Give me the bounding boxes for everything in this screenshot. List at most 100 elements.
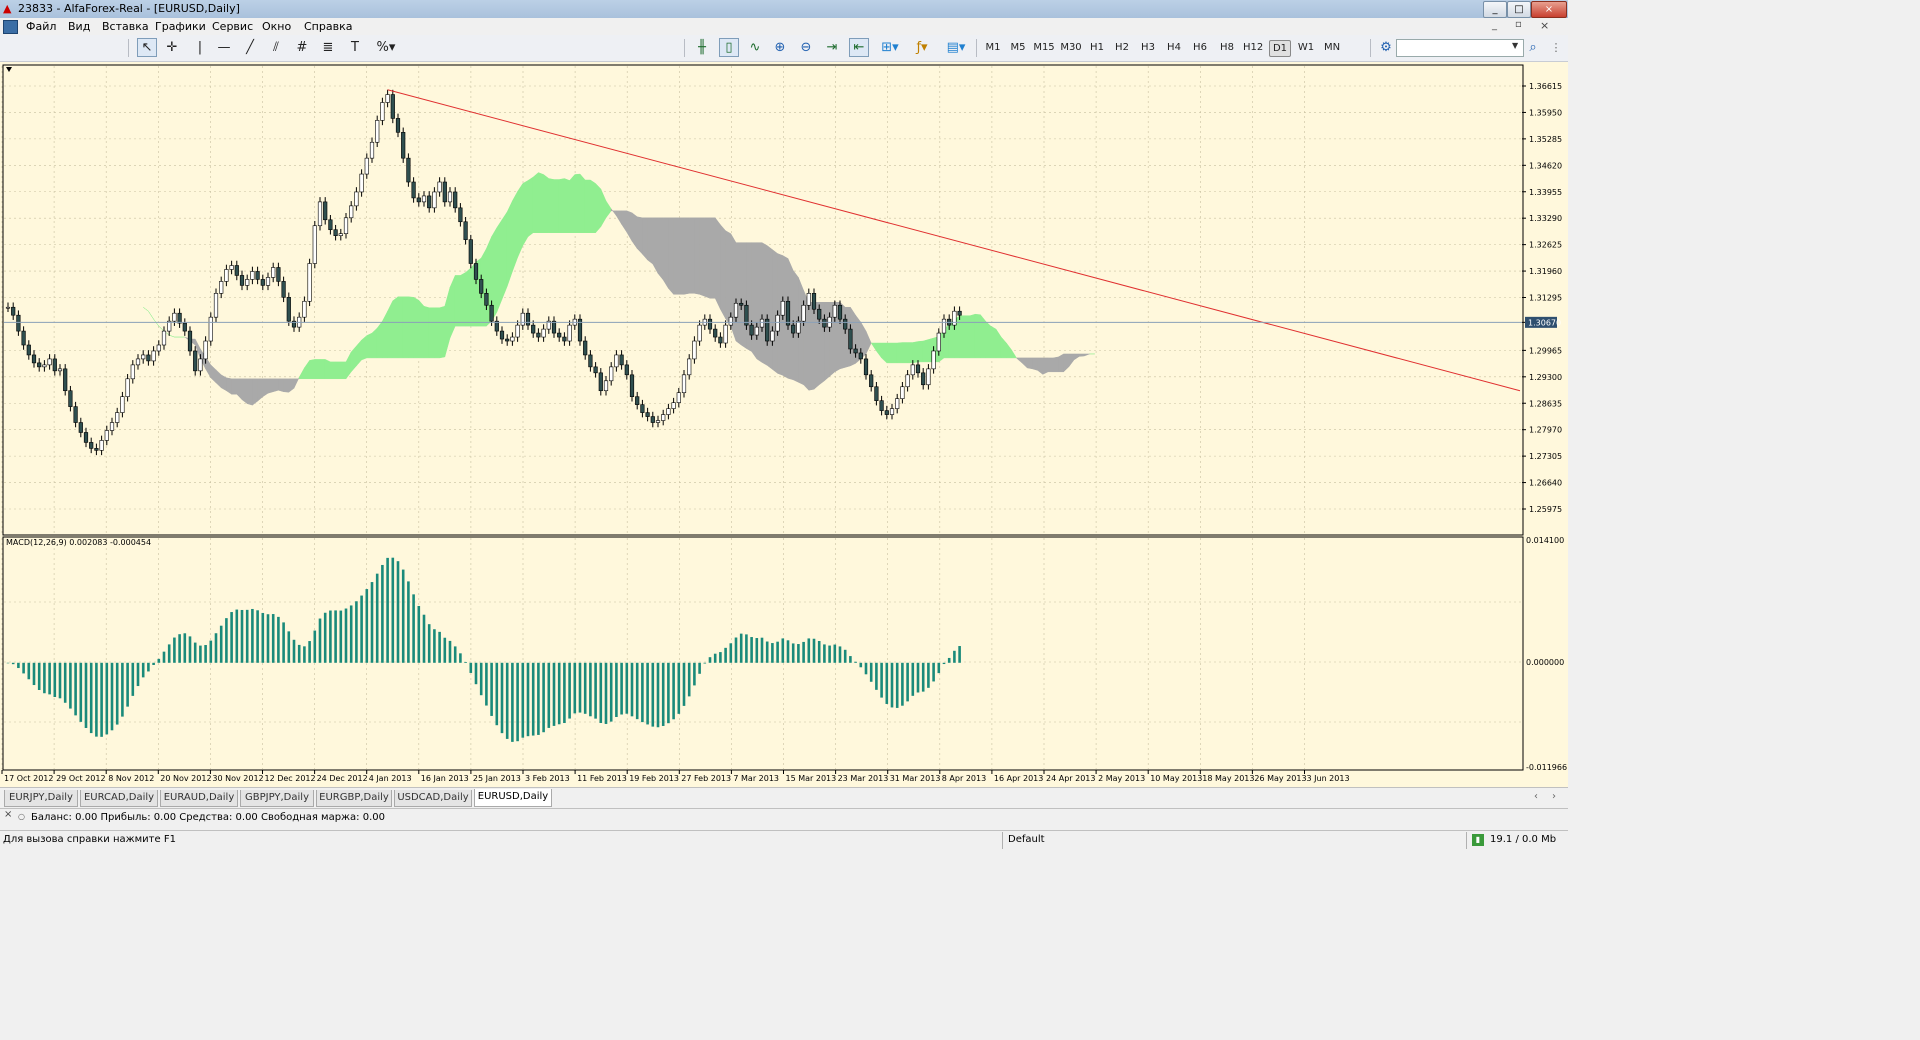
date-label: 8 Nov 2012: [108, 774, 154, 783]
connection-status-icon[interactable]: ▮: [1472, 834, 1484, 846]
search-dropdown-icon[interactable]: ▼: [1512, 41, 1518, 50]
horizontal-line-icon[interactable]: —: [214, 38, 234, 57]
chart-shift-icon[interactable]: ⇤: [849, 38, 869, 57]
channel-icon[interactable]: ⫽: [266, 38, 286, 57]
trendline-icon[interactable]: ╱: [240, 38, 260, 57]
macd-bar: [287, 631, 291, 663]
macd-bar: [901, 662, 904, 706]
tf-m15[interactable]: M15: [1033, 40, 1055, 55]
toolbar-overflow-icon[interactable]: ⋮: [1546, 38, 1566, 57]
tab-eurcad[interactable]: EURCAD,Daily: [80, 790, 158, 807]
price-label: 1.29300: [1529, 373, 1562, 382]
maximize-button[interactable]: □: [1507, 1, 1531, 18]
tf-h4[interactable]: H4: [1166, 40, 1182, 55]
cloud-segment: [678, 217, 685, 295]
tab-eurusd[interactable]: EURUSD,Daily: [474, 789, 552, 807]
macd-bar: [355, 601, 358, 663]
macd-bar: [812, 638, 816, 663]
fibonacci-icon[interactable]: ≣: [318, 38, 338, 57]
autoscroll-icon[interactable]: ⇥: [822, 38, 842, 57]
tf-mn[interactable]: MN: [1322, 40, 1342, 55]
tab-scroll-left-icon[interactable]: ‹: [1534, 791, 1538, 802]
zoom-out-icon[interactable]: ⊖: [796, 38, 816, 57]
line-chart-icon[interactable]: ∿: [745, 38, 765, 57]
text-icon[interactable]: T: [345, 38, 365, 57]
cloud-segment: [766, 245, 773, 370]
cloud-segment: [548, 178, 555, 233]
templates-icon[interactable]: ▤▾: [942, 38, 970, 57]
menu-help[interactable]: Справка: [304, 20, 352, 33]
macd-bar: [89, 662, 93, 734]
tab-euraud[interactable]: EURAUD,Daily: [160, 790, 238, 807]
macd-bar: [141, 662, 145, 678]
search-icon[interactable]: ⌕: [1523, 38, 1543, 57]
settings-gear-icon[interactable]: ⚙: [1376, 38, 1396, 57]
cursor-icon[interactable]: ↖: [137, 38, 157, 57]
chart-window[interactable]: 1.36615 1.35950 1.35285 1.34620 1.33955 1.332…: [0, 62, 1568, 787]
gann-icon[interactable]: #: [292, 38, 312, 57]
macd-bar: [100, 662, 103, 737]
cloud-segment: [376, 320, 383, 359]
crosshair-icon[interactable]: ✛: [162, 38, 182, 57]
doc-restore-icon[interactable]: ▫: [1515, 19, 1522, 30]
tf-h8[interactable]: H8: [1219, 40, 1235, 55]
menu-tools[interactable]: Сервис: [212, 20, 253, 33]
macd-bar: [209, 640, 213, 663]
menu-charts[interactable]: Графики: [155, 20, 206, 33]
macd-bar: [344, 608, 348, 663]
menu-view[interactable]: Вид: [68, 20, 90, 33]
status-help: Для вызова справки нажмите F1: [3, 834, 176, 845]
tf-h2[interactable]: H2: [1114, 40, 1130, 55]
cloud-segment: [397, 296, 404, 359]
bar-chart-icon[interactable]: ╫: [692, 38, 712, 57]
zoom-in-icon[interactable]: ⊕: [770, 38, 790, 57]
document-icon[interactable]: [3, 20, 18, 34]
tab-scroll-right-icon[interactable]: ›: [1552, 791, 1556, 802]
tf-h12[interactable]: H12: [1243, 40, 1263, 55]
indicators-icon[interactable]: ⊞▾: [876, 38, 904, 57]
macd-bar: [225, 618, 228, 663]
cloud-segment: [418, 299, 425, 359]
macd-title: MACD(12,26,9) 0.002083 -0.000454: [6, 538, 151, 547]
terminal-close-icon[interactable]: ×: [4, 809, 12, 820]
tf-h3[interactable]: H3: [1140, 40, 1156, 55]
macd-bar: [84, 662, 88, 728]
doc-close-icon[interactable]: ×: [1540, 19, 1549, 32]
cloud-segment: [496, 218, 503, 313]
tab-gbpjpy[interactable]: GBPJPY,Daily: [240, 790, 314, 807]
minimize-button[interactable]: _: [1483, 1, 1507, 18]
tf-m5[interactable]: M5: [1009, 40, 1027, 55]
doc-minimize-icon[interactable]: _: [1492, 20, 1497, 31]
shapes-dropdown-icon[interactable]: %▾: [372, 38, 400, 57]
macd-bar: [349, 605, 353, 663]
macd-bar: [755, 638, 759, 663]
search-input[interactable]: [1396, 39, 1524, 57]
tf-m30[interactable]: M30: [1059, 40, 1083, 55]
candlestick-icon[interactable]: ▯: [719, 38, 739, 57]
macd-bar: [953, 650, 956, 663]
vertical-line-icon[interactable]: |: [190, 38, 210, 57]
tab-usdcad[interactable]: USDCAD,Daily: [394, 790, 472, 807]
tf-m1[interactable]: M1: [984, 40, 1002, 55]
experts-icon[interactable]: ƒ▾: [908, 38, 936, 57]
price-label: 1.36615: [1529, 82, 1562, 91]
menu-window[interactable]: Окно: [262, 20, 291, 33]
tf-w1[interactable]: W1: [1297, 40, 1315, 55]
macd-bar: [646, 662, 649, 725]
tf-h1[interactable]: H1: [1089, 40, 1105, 55]
chart-canvas[interactable]: 1.36615 1.35950 1.35285 1.34620 1.33955 1.332…: [0, 62, 1568, 787]
close-button[interactable]: ×: [1531, 1, 1567, 18]
tab-eurjpy[interactable]: EURJPY,Daily: [4, 790, 78, 807]
menu-insert[interactable]: Вставка: [102, 20, 149, 33]
tf-d1[interactable]: D1: [1269, 40, 1291, 57]
macd-bar: [703, 662, 707, 664]
menu-file[interactable]: Файл: [26, 20, 56, 33]
macd-bar: [890, 662, 894, 708]
tab-eurgbp[interactable]: EURGBP,Daily: [316, 790, 392, 807]
cloud-segment: [824, 302, 830, 382]
cloud-segment: [324, 359, 331, 380]
tf-h6[interactable]: H6: [1192, 40, 1208, 55]
macd-bar: [303, 646, 306, 663]
cloud-segment: [283, 378, 290, 393]
macd-bar: [833, 644, 837, 663]
